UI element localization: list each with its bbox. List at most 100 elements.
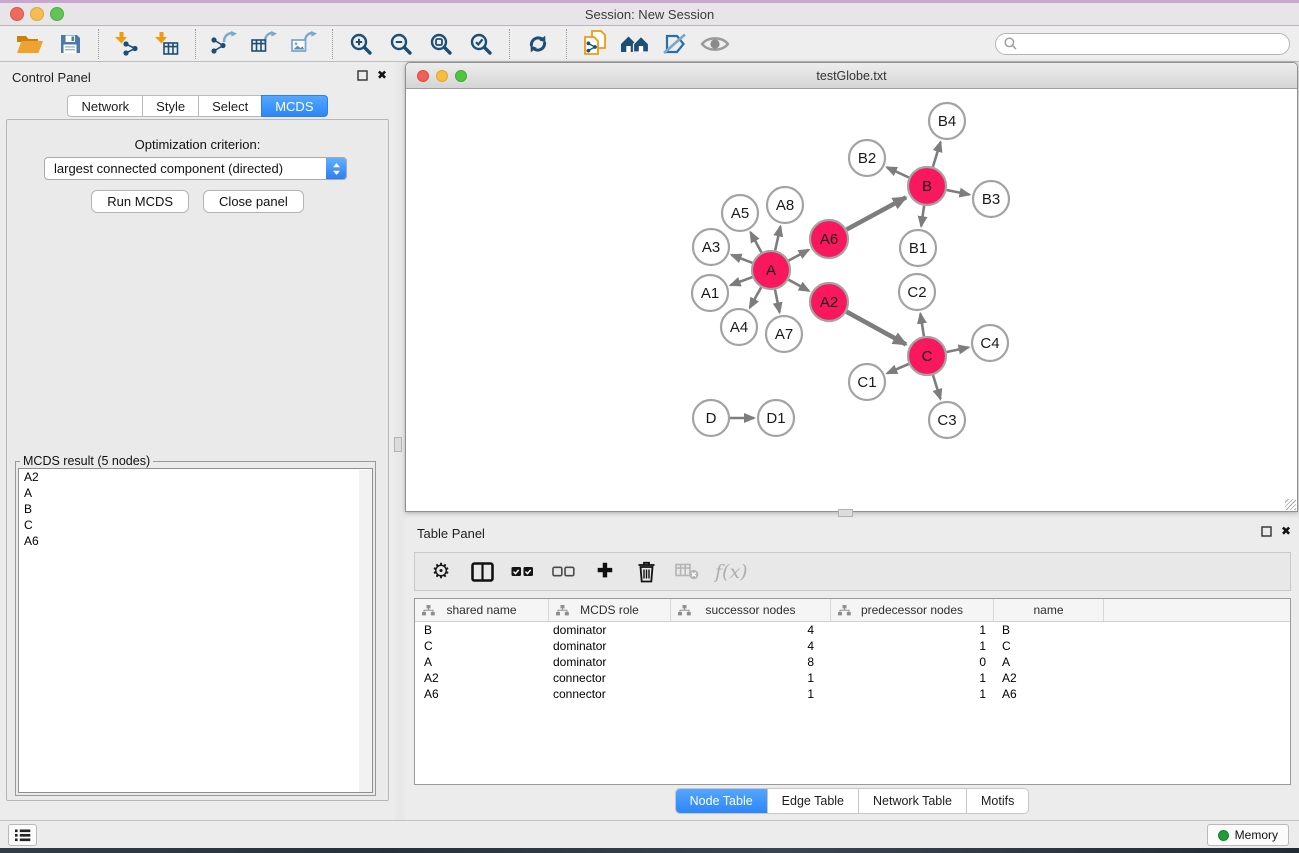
zoom-window-button[interactable] bbox=[50, 7, 64, 21]
node-B3[interactable]: B3 bbox=[973, 181, 1009, 217]
node-B4[interactable]: B4 bbox=[929, 103, 965, 139]
result-item[interactable]: A6 bbox=[19, 533, 372, 549]
zoom-view-button[interactable] bbox=[455, 70, 467, 82]
edge-A-A1[interactable] bbox=[731, 277, 753, 285]
tab-node-table[interactable]: Node Table bbox=[676, 789, 767, 813]
table-row[interactable]: Cdominator41C bbox=[415, 638, 1290, 654]
tab-mcds[interactable]: MCDS bbox=[261, 95, 327, 117]
search-field[interactable] bbox=[995, 33, 1290, 55]
minimize-window-button[interactable] bbox=[30, 7, 44, 21]
tab-style[interactable]: Style bbox=[142, 95, 199, 117]
save-session-button[interactable] bbox=[50, 28, 90, 60]
edge-A-A3[interactable] bbox=[732, 255, 753, 263]
node-A8[interactable]: A8 bbox=[767, 187, 803, 223]
result-item[interactable]: A bbox=[19, 485, 372, 501]
function-builder-button[interactable]: f(x) bbox=[715, 557, 748, 587]
export-table-button[interactable] bbox=[244, 28, 284, 60]
table-row[interactable]: Bdominator41B bbox=[415, 622, 1290, 638]
memory-button[interactable]: Memory bbox=[1207, 824, 1289, 846]
edge-B-B4[interactable] bbox=[933, 142, 941, 167]
result-item[interactable]: A2 bbox=[19, 469, 372, 485]
edge-B-B3[interactable] bbox=[947, 190, 970, 195]
export-network-button[interactable] bbox=[204, 28, 244, 60]
label-visibility-button[interactable] bbox=[655, 28, 695, 60]
zoom-fit-button[interactable] bbox=[421, 28, 461, 60]
task-history-button[interactable] bbox=[8, 824, 37, 846]
node-A1[interactable]: A1 bbox=[692, 275, 728, 311]
graphics-details-button[interactable] bbox=[695, 28, 735, 60]
edge-C-C1[interactable] bbox=[887, 364, 908, 373]
close-panel-button[interactable]: Close panel bbox=[203, 190, 304, 213]
node-B[interactable]: B bbox=[908, 167, 946, 205]
node-C2[interactable]: C2 bbox=[899, 274, 935, 310]
result-item[interactable]: C bbox=[19, 517, 372, 533]
zoom-out-button[interactable] bbox=[381, 28, 421, 60]
export-image-button[interactable] bbox=[284, 28, 324, 60]
open-session-button[interactable] bbox=[10, 28, 50, 60]
import-network-button[interactable] bbox=[107, 28, 147, 60]
float-panel-icon[interactable] bbox=[1261, 526, 1272, 537]
column-header-mcds-role[interactable]: MCDS role bbox=[549, 599, 671, 621]
delete-columns-button[interactable] bbox=[633, 557, 659, 587]
column-header-name[interactable]: name bbox=[994, 599, 1104, 621]
optimization-criterion-select[interactable]: largest connected component (directed) bbox=[44, 157, 347, 180]
node-A2[interactable]: A2 bbox=[810, 283, 848, 321]
node-A4[interactable]: A4 bbox=[721, 309, 757, 345]
minimize-view-button[interactable] bbox=[436, 70, 448, 82]
edge-A-A5[interactable] bbox=[751, 232, 762, 252]
edge-A-A6[interactable] bbox=[789, 250, 809, 261]
edge-B-B1[interactable] bbox=[921, 206, 924, 226]
node-A5[interactable]: A5 bbox=[722, 195, 758, 231]
edge-C-C3[interactable] bbox=[933, 375, 940, 399]
node-C[interactable]: C bbox=[908, 337, 946, 375]
close-panel-icon[interactable]: ✖ bbox=[377, 69, 387, 81]
network-canvas[interactable]: B4B2BB3A5A8A6A3B1AC2A1A2A4A7C4CC1C3DD1 bbox=[406, 89, 1297, 511]
node-C3[interactable]: C3 bbox=[929, 402, 965, 438]
zoom-in-button[interactable] bbox=[341, 28, 381, 60]
edge-C-C2[interactable] bbox=[920, 314, 924, 337]
tab-edge-table[interactable]: Edge Table bbox=[767, 789, 858, 813]
tab-network[interactable]: Network bbox=[67, 95, 143, 117]
edge-B-B2[interactable] bbox=[887, 167, 909, 177]
node-A6[interactable]: A6 bbox=[810, 220, 848, 258]
create-column-button[interactable]: ✚ bbox=[592, 557, 618, 587]
table-row[interactable]: A6connector11A6 bbox=[415, 686, 1290, 702]
edge-A2-C[interactable] bbox=[847, 312, 907, 345]
column-header-predecessor-nodes[interactable]: predecessor nodes bbox=[831, 599, 994, 621]
search-input[interactable] bbox=[1022, 37, 1281, 51]
splitter-handle-vertical[interactable] bbox=[394, 437, 402, 452]
network-window-titlebar[interactable]: testGlobe.txt bbox=[406, 63, 1297, 89]
table-row[interactable]: Adominator80A bbox=[415, 654, 1290, 670]
table-settings-button[interactable]: ⚙ bbox=[428, 557, 454, 587]
zoom-selected-button[interactable] bbox=[461, 28, 501, 60]
node-D[interactable]: D bbox=[693, 400, 729, 436]
import-table-button[interactable] bbox=[147, 28, 187, 60]
column-header-shared-name[interactable]: shared name bbox=[415, 599, 549, 621]
resize-grip-icon[interactable] bbox=[1285, 499, 1296, 510]
apply-layout-button[interactable] bbox=[518, 28, 558, 60]
run-mcds-button[interactable]: Run MCDS bbox=[91, 190, 189, 213]
splitter-handle-horizontal[interactable] bbox=[838, 509, 853, 517]
split-panel-button[interactable] bbox=[469, 557, 495, 587]
new-network-from-selection-button[interactable] bbox=[575, 28, 615, 60]
edge-A-A2[interactable] bbox=[789, 280, 809, 291]
edge-A-A7[interactable] bbox=[775, 290, 780, 313]
node-C1[interactable]: C1 bbox=[849, 364, 885, 400]
float-panel-icon[interactable] bbox=[357, 70, 368, 81]
node-A7[interactable]: A7 bbox=[766, 316, 802, 352]
node-A[interactable]: A bbox=[752, 251, 790, 289]
tab-network-table[interactable]: Network Table bbox=[858, 789, 966, 813]
node-B2[interactable]: B2 bbox=[849, 140, 885, 176]
column-header-successor-nodes[interactable]: successor nodes bbox=[671, 599, 831, 621]
delete-table-button[interactable] bbox=[674, 557, 700, 587]
edge-A-A4[interactable] bbox=[750, 287, 761, 307]
edge-A6-B[interactable] bbox=[847, 197, 906, 229]
unselect-all-columns-button[interactable] bbox=[551, 557, 577, 587]
node-B1[interactable]: B1 bbox=[900, 230, 936, 266]
node-D1[interactable]: D1 bbox=[758, 400, 794, 436]
table-row[interactable]: A2connector11A2 bbox=[415, 670, 1290, 686]
node-C4[interactable]: C4 bbox=[972, 325, 1008, 361]
scrollbar-track[interactable] bbox=[359, 470, 372, 792]
close-view-button[interactable] bbox=[417, 70, 429, 82]
close-panel-icon[interactable]: ✖ bbox=[1281, 525, 1291, 537]
